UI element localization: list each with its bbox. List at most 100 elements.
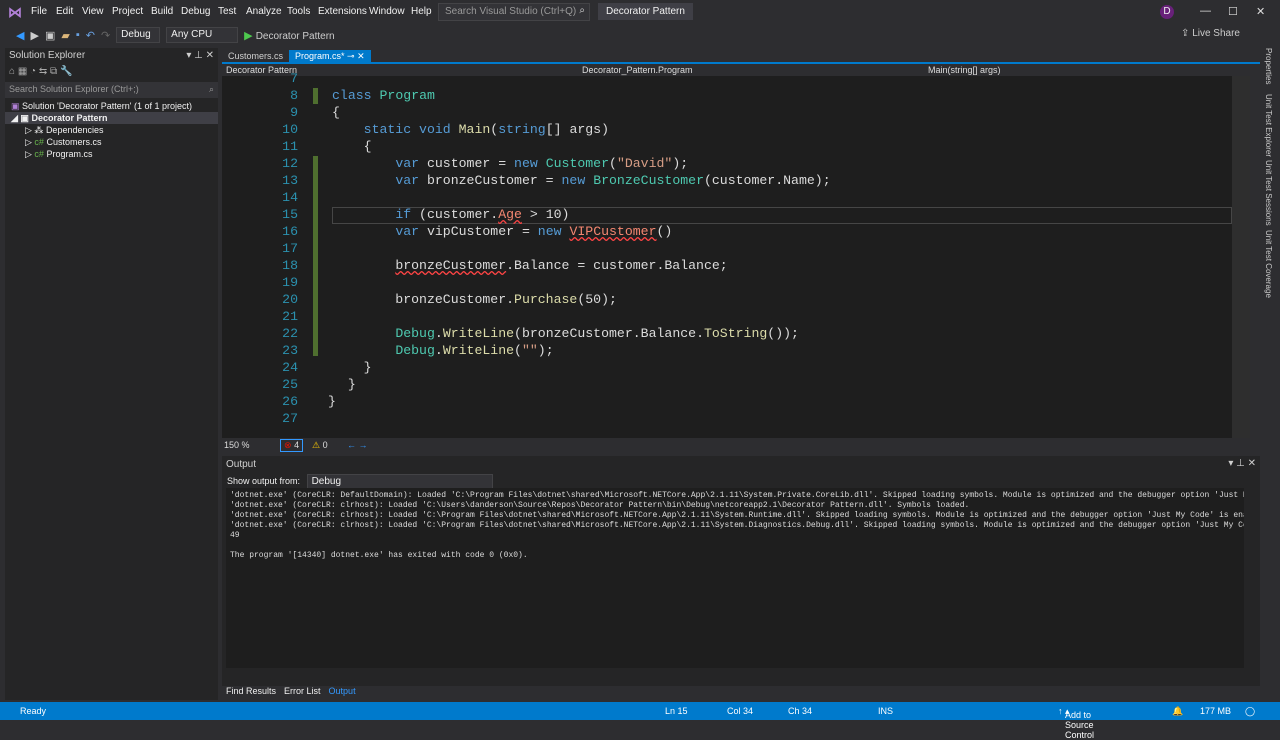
maximize-icon[interactable]: ☐: [1228, 5, 1238, 18]
line-number: 23: [282, 343, 298, 358]
tab-label: Program.cs*: [295, 51, 345, 61]
search-input[interactable]: Search Visual Studio (Ctrl+Q) ⌕: [438, 3, 590, 21]
run-label: Decorator Pattern: [255, 30, 335, 42]
redo-icon[interactable]: ↷: [101, 29, 110, 42]
solution-explorer: Solution Explorer ▾ ⊥ ✕ ⌂ ▦ ◔ ⇆ ⧉ 🔧 Searc…: [5, 48, 218, 700]
close-tab-icon[interactable]: ✕: [357, 51, 365, 61]
menu-debug[interactable]: Debug: [181, 6, 210, 17]
line-number: 27: [282, 411, 298, 426]
home-icon[interactable]: ⌂ ▦ ◔ ⇆ ⧉ 🔧: [9, 66, 72, 77]
tree-dependencies[interactable]: ▷ ⁂ Dependencies: [5, 124, 218, 136]
show-output-label: Show output from:: [227, 476, 301, 486]
source-control-label: Add to Source Control: [1065, 710, 1095, 740]
solution-search-input[interactable]: Search Solution Explorer (Ctrl+;) ⌕: [5, 82, 218, 98]
search-icon: ⌕: [579, 5, 585, 16]
output-text[interactable]: 'dotnet.exe' (CoreCLR: DefaultDomain): L…: [226, 488, 1244, 668]
save-icon[interactable]: ▪: [76, 29, 80, 41]
errors-button[interactable]: ⊗ 4: [280, 439, 304, 452]
line-number: 13: [282, 173, 298, 188]
status-bar: Ready Ln 15 Col 34 Ch 34 INS ↑ Add to So…: [0, 702, 1280, 740]
zoom-dropdown[interactable]: 150 %: [224, 440, 250, 450]
pin-icon[interactable]: ⊸: [347, 51, 355, 61]
menu-view[interactable]: View: [82, 6, 104, 17]
menu-window[interactable]: Window: [369, 6, 405, 17]
source-control-button[interactable]: ↑ Add to Source Control ▴: [1058, 706, 1094, 740]
menu-edit[interactable]: Edit: [56, 6, 73, 17]
output-line: 'dotnet.exe' (CoreCLR: clrhost): Loaded …: [230, 511, 1244, 520]
solution-icon: ▣: [11, 101, 20, 111]
output-line: 'dotnet.exe' (CoreCLR: clrhost): Loaded …: [230, 521, 1244, 530]
menu-analyze[interactable]: Analyze: [246, 6, 282, 17]
tab-find-results[interactable]: Find Results: [226, 686, 276, 698]
error-icon: ⊗: [284, 440, 292, 450]
status-col: Col 34: [727, 706, 754, 716]
tree-label: Customers.cs: [46, 137, 102, 147]
memory-usage: 177 MB: [1200, 706, 1232, 716]
live-share-button[interactable]: ⇪ Live Share: [1181, 28, 1240, 39]
back-icon[interactable]: ◀: [16, 29, 24, 42]
code-line: var customer = new Customer("David");: [395, 156, 689, 171]
line-number: 26: [282, 394, 298, 409]
line-number: 7: [290, 71, 298, 86]
pin-close-icons[interactable]: ▾ ⊥ ✕: [186, 50, 214, 61]
line-number: 9: [290, 105, 298, 120]
warnings-button[interactable]: ⚠ 0: [312, 440, 328, 451]
warning-icon: ⚠: [312, 440, 321, 450]
tree-program-cs[interactable]: ▷ c# Program.cs: [5, 148, 218, 160]
feedback-icon[interactable]: ◯: [1245, 706, 1255, 717]
search-icon: ⌕: [208, 84, 214, 94]
dependencies-icon: ⁂: [34, 125, 44, 135]
code-line: }: [332, 360, 372, 375]
member-dropdown[interactable]: Main(string[] args): [928, 65, 1001, 75]
line-number: 8: [290, 88, 298, 103]
platform-dropdown[interactable]: Any CPU: [166, 27, 239, 43]
menu-tools[interactable]: Tools: [287, 6, 310, 17]
forward-icon[interactable]: ▶: [30, 29, 38, 42]
tree-customers-cs[interactable]: ▷ c# Customers.cs: [5, 136, 218, 148]
close-icon[interactable]: ✕: [1256, 5, 1265, 18]
code-line: var bronzeCustomer = new BronzeCustomer(…: [395, 173, 831, 188]
menu-help[interactable]: Help: [411, 6, 432, 17]
nav-arrows-icon[interactable]: ← →: [347, 440, 368, 450]
open-icon[interactable]: ▰: [61, 29, 69, 42]
minimize-icon[interactable]: —: [1200, 5, 1211, 17]
menu-build[interactable]: Build: [151, 6, 173, 17]
solution-explorer-toolbar: ⌂ ▦ ◔ ⇆ ⧉ 🔧: [5, 64, 218, 82]
undo-icon[interactable]: ↶: [86, 29, 95, 42]
menu-test[interactable]: Test: [218, 6, 236, 17]
tree-label: Dependencies: [45, 125, 104, 135]
line-number: 25: [282, 377, 298, 392]
panel-buttons[interactable]: ▾ ⊥ ✕: [1228, 458, 1256, 469]
line-number: 22: [282, 326, 298, 341]
tab-unit-test-coverage[interactable]: Unit Test Coverage: [1264, 230, 1273, 298]
notifications-icon[interactable]: 🔔: [1172, 706, 1183, 717]
editor-scrollbar[interactable]: [1232, 76, 1250, 438]
tab-unit-test-explorer[interactable]: Unit Test Explorer: [1264, 94, 1273, 157]
class-dropdown[interactable]: Decorator_Pattern.Program: [582, 65, 693, 75]
run-button[interactable]: ▶ Decorator Pattern: [244, 29, 334, 42]
menu-project[interactable]: Project: [112, 6, 143, 17]
avatar[interactable]: D: [1160, 5, 1174, 19]
tab-error-list[interactable]: Error List: [284, 686, 321, 698]
new-project-icon[interactable]: ▣: [45, 29, 55, 42]
code-line: Debug.WriteLine(bronzeCustomer.Balance.T…: [395, 326, 799, 341]
tree-solution[interactable]: ▣ Solution 'Decorator Pattern' (1 of 1 p…: [5, 100, 218, 112]
tab-unit-test-sessions[interactable]: Unit Test Sessions: [1264, 160, 1273, 226]
configuration-dropdown[interactable]: Debug: [116, 27, 161, 43]
code-line: if (customer.Age > 10): [395, 207, 570, 222]
output-panel: Output ▾ ⊥ ✕ Show output from: Debug 'dot…: [222, 456, 1260, 686]
csharp-project-icon: ▣: [20, 113, 29, 123]
output-line: 49: [230, 531, 240, 540]
line-number: 10: [282, 122, 298, 137]
tree-project[interactable]: ◢ ▣ Decorator Pattern: [5, 112, 218, 124]
code-line: {: [332, 105, 340, 120]
code-line: }: [332, 377, 356, 392]
code-editor[interactable]: 7 8 9 10 11 12 13 14 15 16 17 18 19 20 21 22 23 24 25 26 27 …: [222, 71, 1232, 438]
menu-file[interactable]: File: [31, 6, 47, 17]
menu-extensions[interactable]: Extensions: [318, 6, 367, 17]
tab-properties[interactable]: Properties: [1264, 48, 1273, 84]
solution-explorer-title: Solution Explorer: [9, 50, 86, 61]
solution-search-placeholder: Search Solution Explorer (Ctrl+;): [9, 84, 139, 94]
tab-output[interactable]: Output: [329, 686, 356, 698]
